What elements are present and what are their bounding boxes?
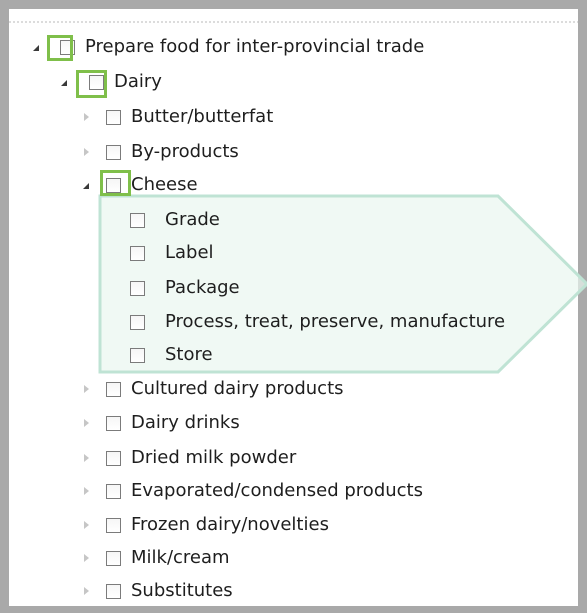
milk-cream-checkbox[interactable] — [106, 550, 121, 566]
tree-node-process[interactable]: Process, treat, preserve, manufacture — [130, 307, 505, 337]
root-checkbox-highlight — [47, 35, 73, 61]
store-checkbox[interactable] — [130, 347, 145, 363]
butter-checkbox[interactable] — [106, 109, 121, 125]
tree-node-dairy[interactable]: Dairy — [56, 67, 162, 97]
tree-node-label: Dairy — [114, 71, 162, 92]
tree-node-dried-milk[interactable]: Dried milk powder — [78, 443, 296, 473]
collapsed-triangle-icon[interactable] — [78, 142, 94, 162]
collapsed-triangle-icon[interactable] — [78, 413, 94, 433]
substitutes-checkbox[interactable] — [106, 583, 121, 599]
expanded-triangle-icon[interactable] — [78, 175, 94, 195]
tree-node-substitutes[interactable]: Substitutes — [78, 576, 233, 606]
tree-node-label: Cultured dairy products — [131, 378, 344, 399]
collapsed-triangle-icon[interactable] — [78, 548, 94, 568]
label-checkbox[interactable] — [130, 245, 145, 261]
collapsed-triangle-icon[interactable] — [78, 379, 94, 399]
tree-node-dairy-drinks[interactable]: Dairy drinks — [78, 408, 240, 438]
tree-node-label: Label — [165, 242, 214, 263]
tree-node-label: Package — [165, 277, 240, 298]
collapsed-triangle-icon[interactable] — [78, 581, 94, 601]
grade-checkbox[interactable] — [130, 212, 145, 228]
tree-node-milk-cream[interactable]: Milk/cream — [78, 543, 230, 573]
tree-node-label: Cheese — [131, 174, 198, 195]
by-products-checkbox[interactable] — [106, 144, 121, 160]
tree-node-label: Butter/butterfat — [131, 106, 274, 127]
tree-node-label: Prepare food for inter-provincial trade — [85, 36, 425, 57]
cultured-checkbox[interactable] — [106, 381, 121, 397]
tree-node-label: Frozen dairy/novelties — [131, 514, 329, 535]
tree-node-label-item[interactable]: Label — [130, 238, 214, 268]
tree-node-root[interactable]: Prepare food for inter-provincial trade — [28, 32, 424, 62]
collapsed-triangle-icon[interactable] — [78, 481, 94, 501]
frozen-checkbox[interactable] — [106, 517, 121, 533]
tree-node-butter[interactable]: Butter/butterfat — [78, 102, 273, 132]
tree-node-cultured[interactable]: Cultured dairy products — [78, 374, 344, 404]
dairy-checkbox-highlight — [76, 70, 107, 98]
tree-node-label: Substitutes — [131, 580, 233, 601]
tree-node-label: Store — [165, 344, 213, 365]
tree-node-label: Grade — [165, 209, 220, 230]
evaporated-checkbox[interactable] — [106, 483, 121, 499]
collapsed-triangle-icon[interactable] — [78, 107, 94, 127]
tree-node-grade[interactable]: Grade — [130, 205, 220, 235]
tree-node-label: By-products — [131, 141, 239, 162]
dairy-drinks-checkbox[interactable] — [106, 415, 121, 431]
expanded-triangle-icon[interactable] — [28, 37, 44, 57]
tree-node-cheese[interactable]: Cheese — [78, 170, 198, 200]
collapsed-triangle-icon[interactable] — [78, 515, 94, 535]
tree-node-by-products[interactable]: By-products — [78, 137, 239, 167]
tree-node-store[interactable]: Store — [130, 340, 213, 370]
dried-milk-checkbox[interactable] — [106, 450, 121, 466]
tree-node-evaporated[interactable]: Evaporated/condensed products — [78, 476, 423, 506]
expanded-triangle-icon[interactable] — [56, 72, 72, 92]
collapsed-triangle-icon[interactable] — [78, 448, 94, 468]
tree-node-label: Dried milk powder — [131, 447, 297, 468]
tree-node-label: Milk/cream — [131, 547, 230, 568]
tree-node-frozen[interactable]: Frozen dairy/novelties — [78, 510, 329, 540]
tree-node-label: Evaporated/condensed products — [131, 480, 423, 501]
tree-node-label: Dairy drinks — [131, 412, 240, 433]
package-checkbox[interactable] — [130, 280, 145, 296]
tree-node-package[interactable]: Package — [130, 273, 240, 303]
tree-node-label: Process, treat, preserve, manufacture — [165, 311, 506, 332]
cheese-checkbox-highlight — [100, 170, 131, 196]
process-checkbox[interactable] — [130, 314, 145, 330]
